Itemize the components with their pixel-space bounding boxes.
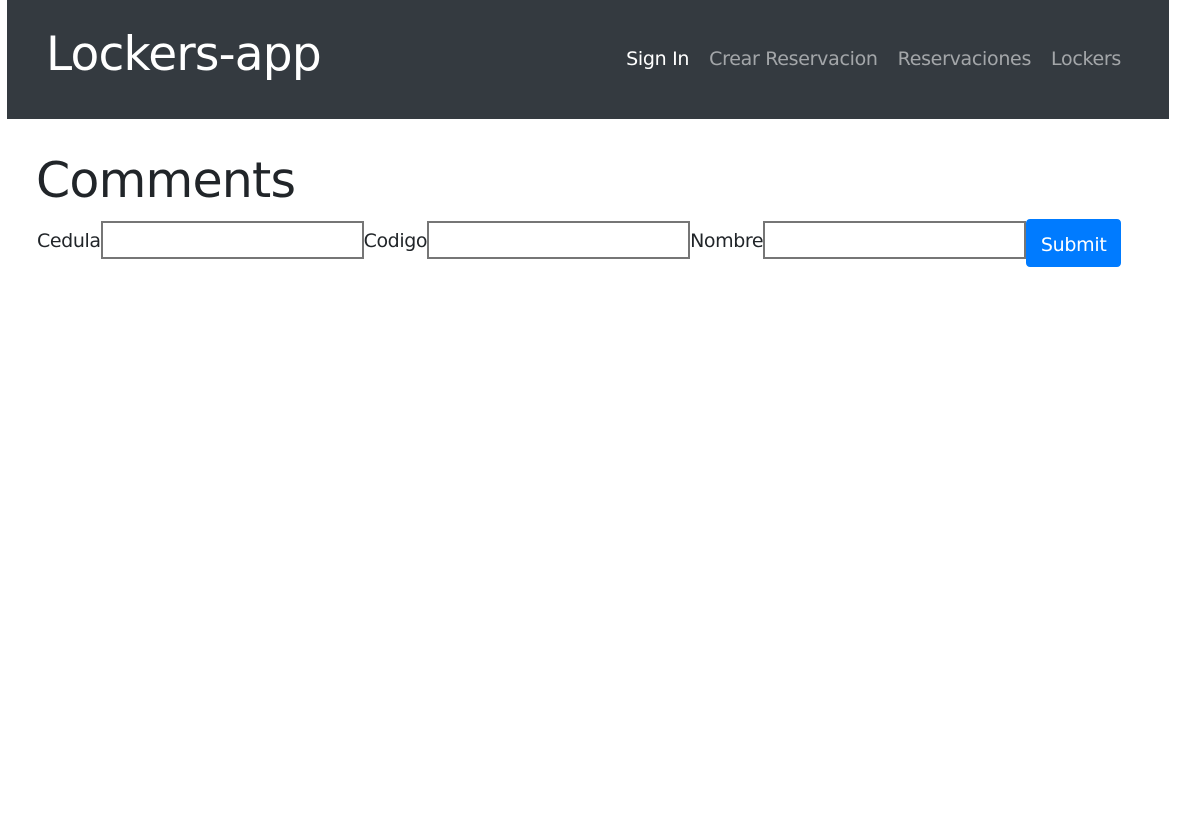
nav-link-sign-in[interactable]: Sign In [626,44,689,74]
codigo-input[interactable] [427,221,691,259]
nav-link-reservaciones[interactable]: Reservaciones [898,44,1032,74]
nav-link-lockers[interactable]: Lockers [1051,44,1121,74]
brand-link[interactable]: Lockers-app [46,27,322,83]
nav-link-crear-reservacion[interactable]: Crear Reservacion [709,44,878,74]
nav-links: Sign In Crear Reservacion Reservaciones … [626,44,1121,74]
cedula-label: Cedula [37,230,101,252]
top-navbar: Lockers-app Sign In Crear Reservacion Re… [7,0,1169,119]
comments-form: Cedula Codigo Nombre Submit [37,219,1122,267]
nombre-label: Nombre [690,230,764,252]
nombre-input[interactable] [763,221,1027,259]
submit-button[interactable]: Submit [1026,219,1122,267]
page-title: Comments [36,152,296,209]
codigo-label: Codigo [363,230,428,252]
cedula-input[interactable] [100,221,364,259]
